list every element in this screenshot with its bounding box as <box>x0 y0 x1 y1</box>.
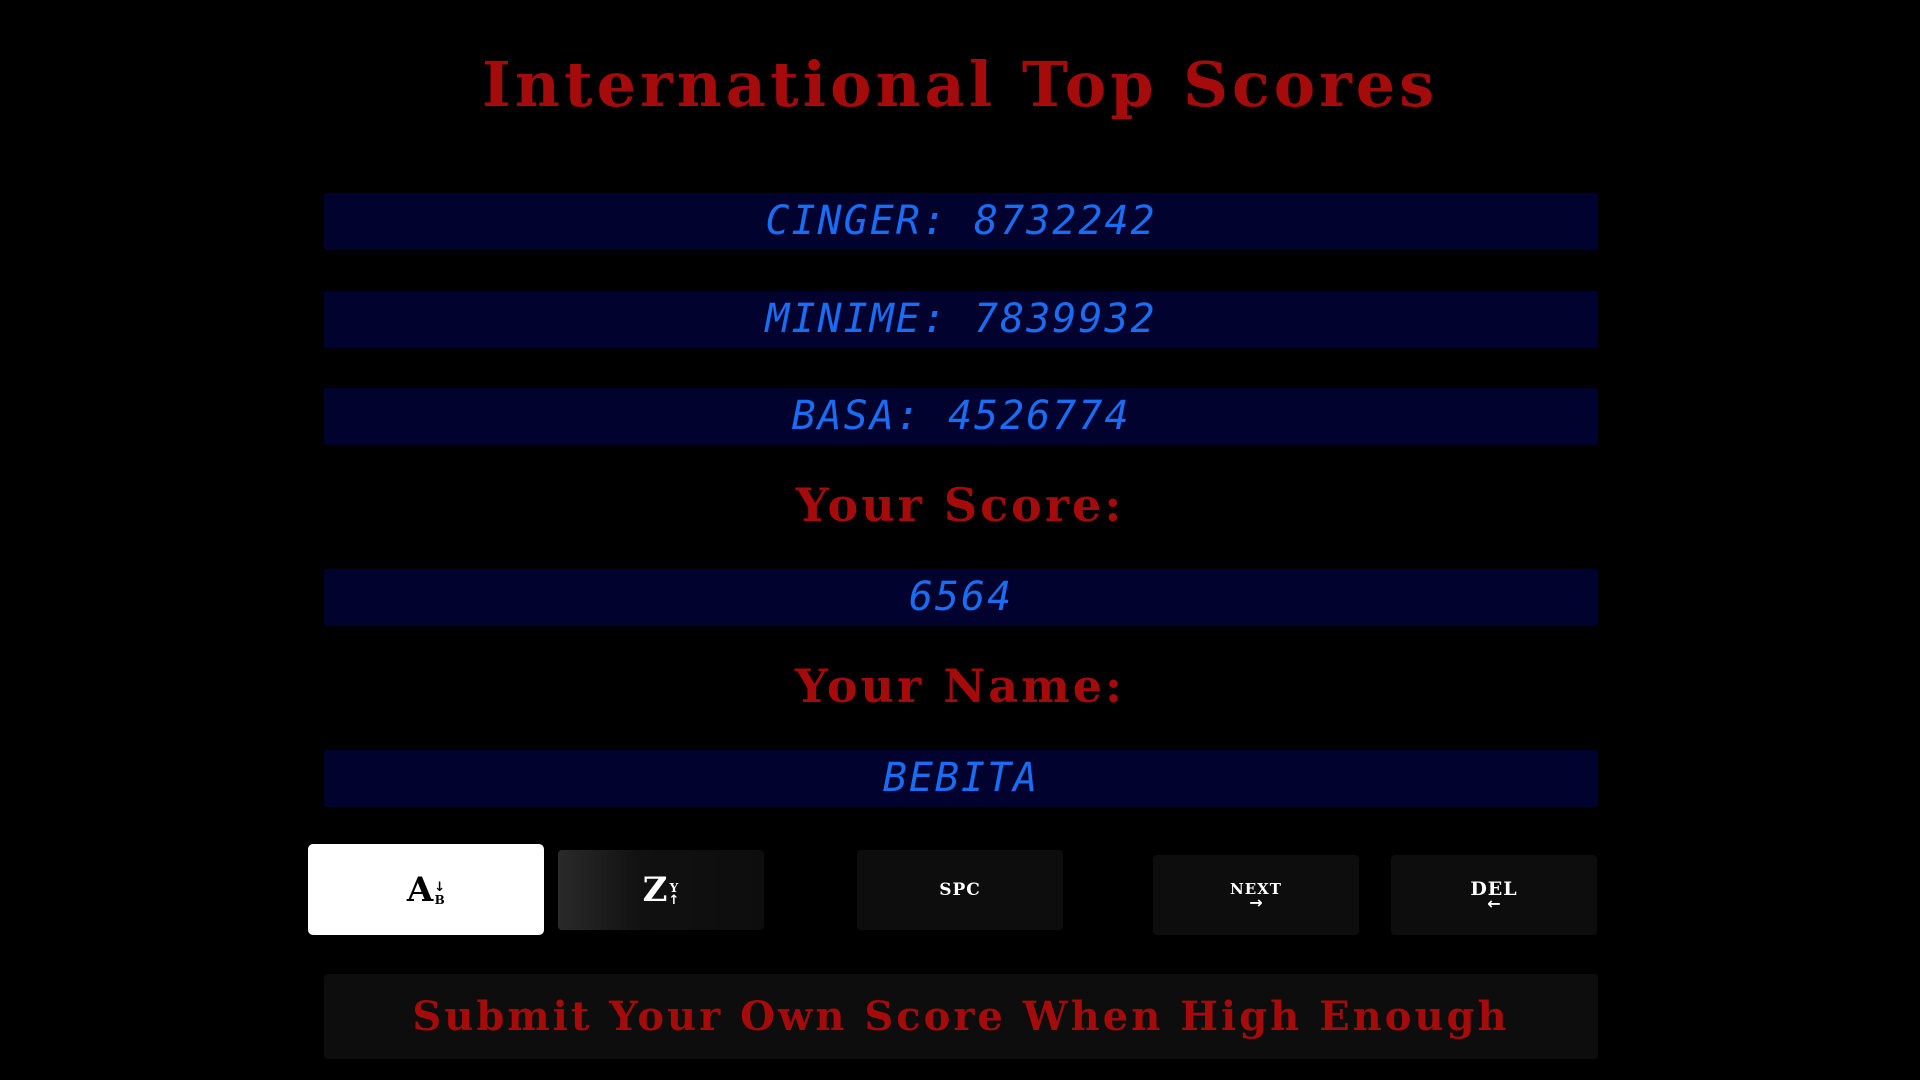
top-score-row-3: BASA: 4526774 <box>324 388 1598 445</box>
arrow-right-icon: → <box>1249 893 1263 912</box>
delete-button[interactable]: DEL ← <box>1391 855 1597 935</box>
submit-label: Submit Your Own Score When High Enough <box>412 993 1510 1040</box>
arrow-up-icon: ↑ <box>668 893 680 908</box>
your-score-value: 6564 <box>908 574 1014 620</box>
z-to-y-icon: Z Y ↑ <box>642 870 680 910</box>
next-button[interactable]: NEXT → <box>1153 855 1359 935</box>
letter-down-button[interactable]: Z Y ↑ <box>558 850 764 930</box>
your-name-value: BEBITA <box>882 755 1040 801</box>
arrow-down-icon: ↓ <box>434 879 446 895</box>
space-label: SPC <box>939 880 981 900</box>
top-score-text: CINGER: 8732242 <box>765 198 1157 244</box>
arrow-left-icon: ← <box>1487 894 1501 913</box>
space-button[interactable]: SPC <box>857 850 1063 930</box>
top-score-text: BASA: 4526774 <box>791 393 1131 439</box>
letter-up-button[interactable]: A ↓ B <box>308 844 544 935</box>
your-score-display: 6564 <box>324 569 1598 626</box>
top-score-row-2: MINIME: 7839932 <box>324 291 1598 348</box>
your-name-heading: Your Name: <box>795 659 1125 713</box>
top-score-text: MINIME: 7839932 <box>765 296 1157 342</box>
submit-score-button[interactable]: Submit Your Own Score When High Enough <box>324 974 1598 1059</box>
page-title: International Top Scores <box>481 48 1439 121</box>
your-name-display: BEBITA <box>324 750 1598 807</box>
top-score-row-1: CINGER: 8732242 <box>324 193 1598 250</box>
your-score-heading: Your Score: <box>795 478 1125 532</box>
a-to-b-icon: A ↓ B <box>406 869 446 910</box>
